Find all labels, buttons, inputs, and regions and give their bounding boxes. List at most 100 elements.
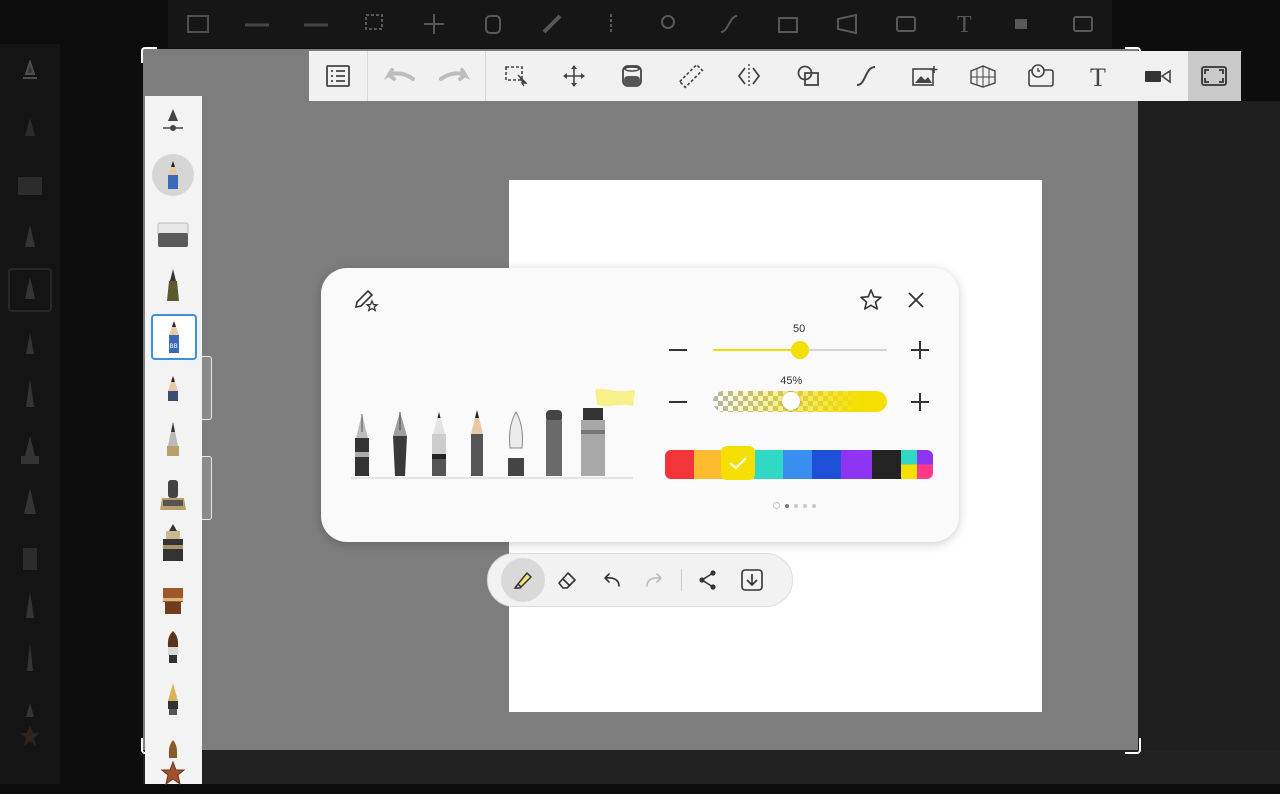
transform-icon[interactable] <box>545 51 603 101</box>
calligraphy-pen-tip-icon <box>393 412 407 476</box>
round-brush-icon[interactable] <box>152 626 194 668</box>
curve-icon[interactable] <box>837 51 895 101</box>
marker-brush-icon[interactable] <box>152 522 194 564</box>
brush-pen-tip-icon <box>508 411 524 476</box>
ruler-icon[interactable] <box>662 51 720 101</box>
calligraphy-brush-icon[interactable] <box>152 678 194 720</box>
video-icon <box>994 13 1053 35</box>
add-to-favorites-star-icon[interactable] <box>859 288 883 312</box>
share-icon[interactable] <box>686 558 730 602</box>
eraser-brush-icon[interactable] <box>152 214 194 256</box>
svg-text:T: T <box>1090 63 1106 89</box>
favorite-star-icon[interactable] <box>152 752 194 794</box>
color-swatch[interactable] <box>694 450 723 479</box>
brush-icon <box>12 326 48 362</box>
brush-sidebar: BB <box>145 96 202 785</box>
toolbar-divider <box>681 569 682 591</box>
pen-preview-row <box>351 408 633 480</box>
ruler-icon <box>522 13 581 35</box>
color-swatch[interactable] <box>901 450 933 479</box>
redo-icon[interactable] <box>427 51 485 101</box>
window-corner-handle[interactable] <box>1125 738 1141 754</box>
redo-icon[interactable] <box>633 558 677 602</box>
highlighter-icon[interactable] <box>501 558 545 602</box>
time-lapse-icon <box>876 13 935 35</box>
fill-icon[interactable] <box>603 51 661 101</box>
brush-icon <box>12 484 48 520</box>
redo-icon <box>286 16 345 32</box>
favorite-star-icon <box>12 718 48 754</box>
fill-icon <box>463 13 522 35</box>
color-swatch[interactable] <box>812 450 841 479</box>
current-brush-button[interactable] <box>152 154 194 196</box>
window-corner-handle[interactable] <box>141 47 157 63</box>
brush-icon <box>12 376 48 412</box>
brush-icon <box>12 54 48 90</box>
opacity-decrease-button[interactable] <box>667 391 689 413</box>
brush-settings-icon[interactable] <box>152 100 194 142</box>
fullscreen-icon <box>1053 13 1112 35</box>
page-indicator <box>773 502 816 509</box>
video-icon[interactable] <box>1129 51 1187 101</box>
selected-color-swatch[interactable] <box>721 446 755 480</box>
color-swatch[interactable] <box>783 450 812 479</box>
text-icon[interactable]: T <box>1071 51 1129 101</box>
size-slider-fill <box>713 349 800 351</box>
fullscreen-icon[interactable] <box>1187 51 1242 101</box>
save-icon[interactable] <box>730 558 774 602</box>
selection-icon[interactable] <box>486 51 544 101</box>
color-swatch[interactable] <box>872 450 901 479</box>
flat-brush-icon[interactable] <box>152 580 194 622</box>
curve-icon <box>699 13 758 35</box>
time-lapse-icon[interactable] <box>1012 51 1070 101</box>
background-brush-sidebar <box>0 44 60 784</box>
main-toolbar: T <box>309 51 1242 101</box>
transform-icon <box>404 13 463 35</box>
opacity-slider-track[interactable] <box>713 391 887 412</box>
ink-pen-brush-icon[interactable] <box>152 418 194 460</box>
sidebar-flyout-tab[interactable] <box>202 356 212 420</box>
page-dot <box>812 503 816 508</box>
technical-pen-brush-icon[interactable] <box>152 264 194 306</box>
color-swatch[interactable] <box>754 450 783 479</box>
color-swatch[interactable] <box>665 450 694 479</box>
colored-pencil-brush-icon[interactable] <box>152 368 194 410</box>
page-dot <box>803 503 807 508</box>
perspective-icon[interactable] <box>954 51 1012 101</box>
brush-icon <box>12 640 48 676</box>
page-dot <box>794 503 798 508</box>
background-toolbar: T <box>168 0 1112 48</box>
close-icon[interactable] <box>906 290 926 310</box>
symmetry-icon <box>581 13 640 35</box>
pencil-bb-brush-icon[interactable]: BB <box>151 314 197 360</box>
brush-icon <box>8 268 52 312</box>
size-slider-knob[interactable] <box>791 341 809 359</box>
page-dot <box>773 502 780 509</box>
eraser-icon[interactable] <box>545 558 589 602</box>
size-increase-button[interactable] <box>909 339 931 361</box>
list-icon <box>168 13 227 35</box>
symmetry-icon[interactable] <box>720 51 778 101</box>
add-image-icon[interactable] <box>895 51 953 101</box>
quick-toolbar <box>487 553 793 607</box>
favorite-pen-icon[interactable] <box>353 288 379 312</box>
list-icon[interactable] <box>309 51 367 101</box>
size-decrease-button[interactable] <box>667 339 689 361</box>
color-swatch[interactable] <box>841 450 872 479</box>
shape-icon[interactable] <box>778 51 836 101</box>
airbrush-brush-icon[interactable] <box>152 474 194 516</box>
undo-icon[interactable] <box>368 51 426 101</box>
add-image-icon <box>758 13 817 35</box>
background-right-area <box>1138 101 1280 784</box>
opacity-increase-button[interactable] <box>909 391 931 413</box>
marker-tip-icon <box>546 410 562 476</box>
text-icon: T <box>935 12 994 36</box>
svg-text:BB: BB <box>170 343 178 350</box>
color-palette <box>665 450 933 479</box>
background-bottom-area <box>143 750 1280 784</box>
size-value: 50 <box>793 323 806 335</box>
page-dot <box>785 503 789 508</box>
sidebar-flyout-tab[interactable] <box>202 456 212 520</box>
undo-icon[interactable] <box>589 558 633 602</box>
brush-icon <box>12 112 48 148</box>
